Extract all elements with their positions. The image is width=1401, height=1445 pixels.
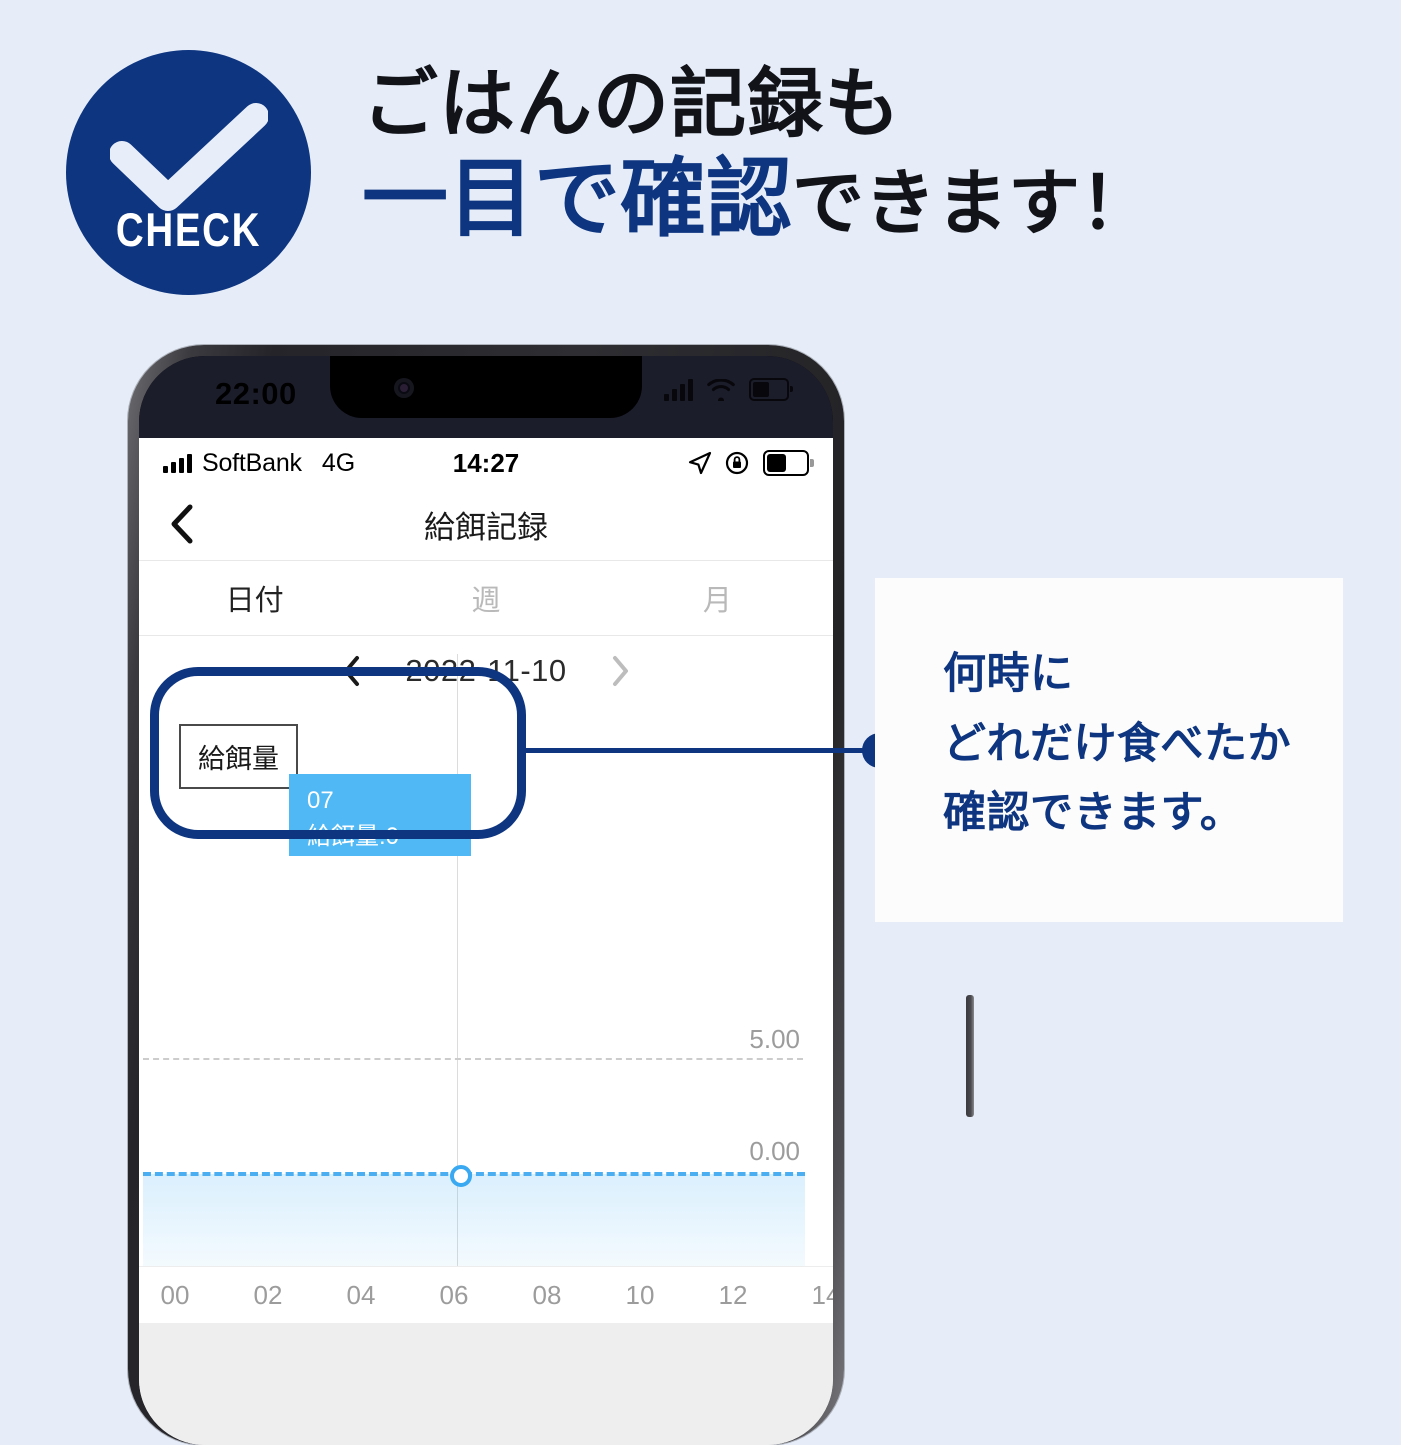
app-clock: 14:27 <box>452 447 520 478</box>
headline-line-2: 一目で確認できます！ <box>362 151 1212 247</box>
app-status-bar: SoftBank 4G 14:27 <box>139 438 833 488</box>
tab-month[interactable]: 月 <box>602 577 833 619</box>
check-mark-icon <box>110 103 268 211</box>
x-axis-tick: 04 <box>346 1279 376 1310</box>
y-axis-tick-5: 5.00 <box>749 1024 800 1054</box>
phone-notch <box>330 356 642 418</box>
front-camera-icon <box>394 378 414 398</box>
callout-text: 何時に どれだけ食べたか 確認できます。 <box>943 640 1291 849</box>
phone-mockup: 22:00 SoftBank 4G 14:27 給餌記録 日付 週 月 2022… <box>128 345 974 1445</box>
cellular-signal-icon <box>664 378 693 401</box>
app-bottom-area <box>139 1323 833 1445</box>
headline-emphasis: 一目で確認 <box>362 151 792 248</box>
device-status-icons <box>664 378 793 401</box>
callout-line-2: どれだけ食べたか <box>943 719 1291 768</box>
device-clock: 22:00 <box>215 376 297 411</box>
tab-date[interactable]: 日付 <box>139 577 370 619</box>
highlight-outline <box>150 667 526 839</box>
x-axis-tick: 08 <box>532 1279 562 1310</box>
poster-stage: CHECK ごはんの記録も 一目で確認できます！ 22:00 SoftBank … <box>0 0 1401 1445</box>
battery-icon <box>763 450 814 476</box>
app-screen: SoftBank 4G 14:27 給餌記録 日付 週 月 2022-11-10… <box>139 438 833 1445</box>
x-axis-tick: 06 <box>439 1279 469 1310</box>
page-title: 給餌記録 <box>424 509 548 545</box>
headline: ごはんの記録も 一目で確認できます！ <box>362 62 1212 247</box>
headline-suffix: できます！ <box>792 164 1153 245</box>
phone-power-button[interactable] <box>966 995 974 1117</box>
battery-icon <box>749 378 793 401</box>
chart-gridline-5 <box>143 1058 803 1060</box>
y-axis-tick-0: 0.00 <box>749 1136 800 1166</box>
x-axis-tick: 00 <box>160 1279 190 1310</box>
chevron-right-icon[interactable] <box>611 655 630 687</box>
headline-line-1: ごはんの記録も <box>362 62 901 147</box>
chart-series-line <box>143 1172 805 1176</box>
period-tabs: 日付 週 月 <box>139 561 833 636</box>
callout-line-3: 確認できます。 <box>943 789 1244 838</box>
app-nav-bar: 給餌記録 <box>139 488 833 561</box>
chart-data-point-marker[interactable] <box>450 1165 472 1187</box>
device-status-bar: 22:00 <box>139 356 833 438</box>
x-axis-tick: 02 <box>253 1279 283 1310</box>
callout-connector-line <box>520 748 890 753</box>
callout-line-1: 何時に <box>943 650 1074 698</box>
check-badge: CHECK <box>66 50 311 295</box>
phone-screen: 22:00 SoftBank 4G 14:27 給餌記録 日付 週 月 2022… <box>139 356 833 1445</box>
x-axis: 00 02 04 06 08 10 12 14 <box>139 1266 833 1323</box>
x-axis-tick: 12 <box>718 1279 748 1310</box>
x-axis-tick: 14 <box>811 1279 833 1310</box>
wifi-icon <box>707 378 735 401</box>
callout-box: 何時に どれだけ食べたか 確認できます。 <box>875 578 1343 922</box>
check-badge-label: CHECK <box>115 203 262 256</box>
x-axis-tick: 10 <box>625 1279 655 1310</box>
tab-week[interactable]: 週 <box>370 577 601 619</box>
